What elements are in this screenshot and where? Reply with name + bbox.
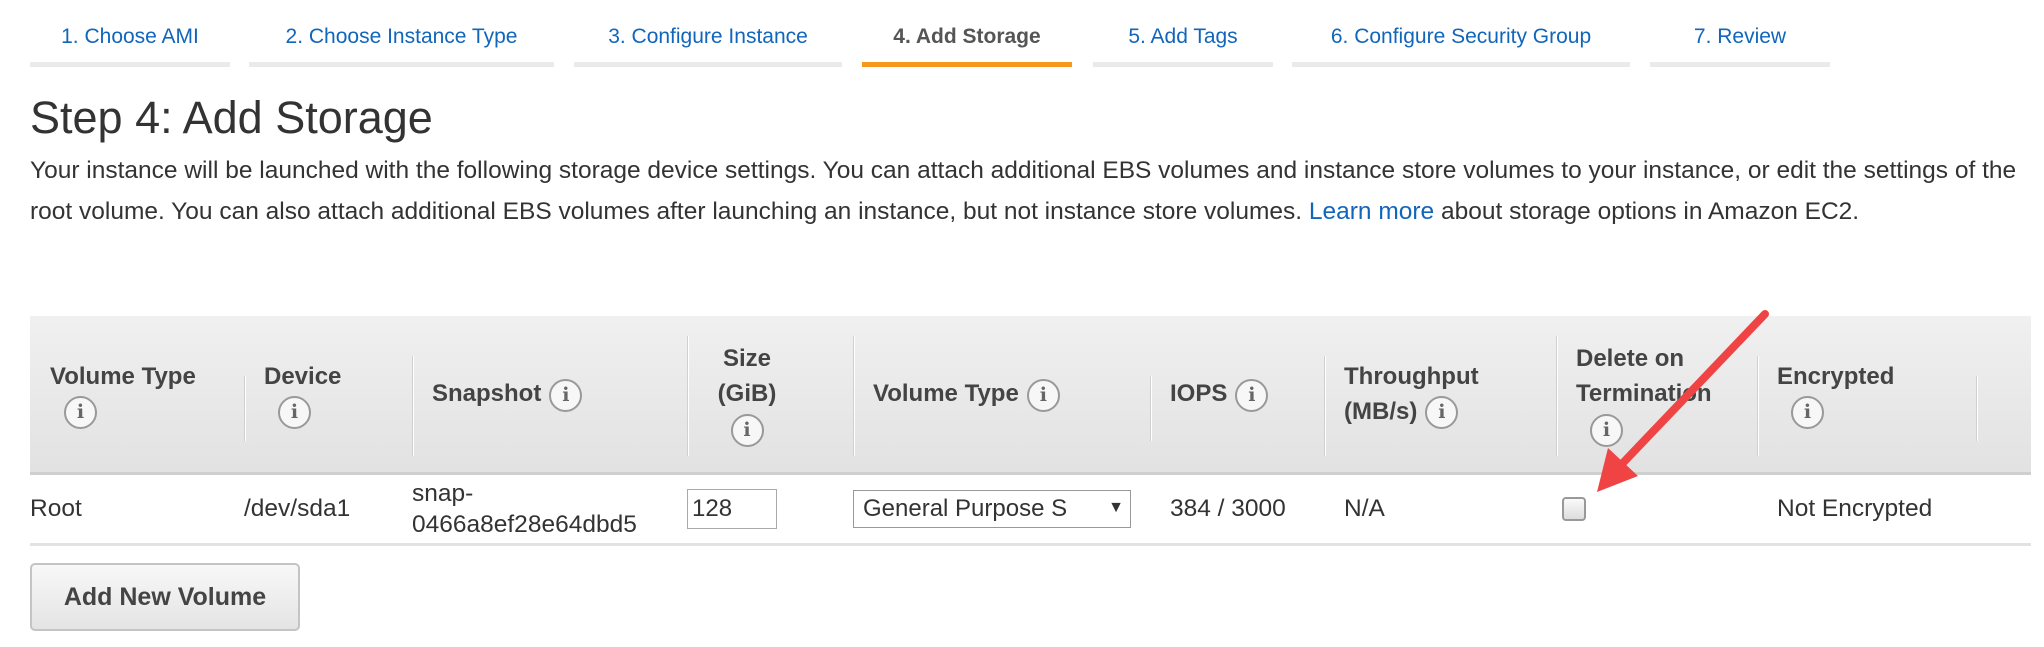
column-divider (1976, 376, 1978, 441)
info-icon[interactable]: i (1590, 413, 1623, 447)
header-size: Size (GiB) i (687, 316, 853, 472)
tab-configure-instance[interactable]: 3. Configure Instance (574, 0, 842, 67)
table-header: Volume Type i Device i Snapshot i Size (GiB… (30, 316, 2031, 475)
info-icon[interactable]: i (278, 396, 311, 430)
tab-add-storage[interactable]: 4. Add Storage (862, 0, 1072, 67)
add-new-volume-button[interactable]: Add New Volume (30, 563, 300, 631)
header-ebs-volume-type: Volume Type i (853, 316, 1150, 472)
column-divider (412, 356, 414, 456)
cell-delete-on-termination (1562, 474, 1586, 543)
tab-choose-instance-type[interactable]: 2. Choose Instance Type (249, 0, 554, 67)
header-iops: IOPS i (1150, 316, 1324, 472)
cell-iops: 384 / 3000 (1170, 494, 1286, 522)
header-delete-on-termination: Delete on Termination i (1556, 316, 1757, 472)
cell-device: /dev/sda1 (244, 494, 351, 522)
header-snapshot: Snapshot i (412, 316, 687, 472)
cell-size (687, 474, 777, 543)
tab-add-tags[interactable]: 5. Add Tags (1093, 0, 1273, 67)
column-divider (1556, 336, 1558, 456)
tab-configure-security-group[interactable]: 6. Configure Security Group (1292, 0, 1630, 67)
cell-encrypted: Not Encrypted (1777, 494, 1933, 522)
cell-ebs-volume-type: General Purpose S ▼ (853, 474, 1131, 543)
tab-choose-ami[interactable]: 1. Choose AMI (30, 0, 230, 67)
dropdown-caret-icon: ▼ (1105, 498, 1124, 517)
description-text-end: about storage options in Amazon EC2. (1434, 198, 1860, 225)
delete-on-termination-checkbox[interactable] (1562, 496, 1586, 521)
header-encrypted: Encrypted i (1757, 316, 1976, 472)
info-icon[interactable]: i (1235, 378, 1269, 412)
volume-type-select[interactable]: General Purpose S ▼ (853, 489, 1131, 528)
page-title: Step 4: Add Storage (30, 92, 433, 143)
column-divider (1150, 376, 1152, 441)
wizard-steps: 1. Choose AMI 2. Choose Instance Type 3.… (0, 0, 2044, 67)
column-divider (1324, 356, 1326, 456)
column-divider (853, 336, 855, 456)
info-icon[interactable]: i (1026, 378, 1060, 412)
description: Your instance will be launched with the … (30, 150, 2025, 232)
header-device: Device i (244, 316, 412, 472)
info-icon[interactable]: i (549, 378, 583, 412)
info-icon[interactable]: i (1791, 396, 1824, 430)
info-icon[interactable]: i (64, 396, 97, 430)
header-throughput: Throughput (MB/s) i (1324, 316, 1556, 472)
table-row: Root /dev/sda1 snap-0466a8ef28e64dbd5 Ge… (30, 474, 2031, 546)
size-input[interactable] (687, 488, 777, 529)
tab-review[interactable]: 7. Review (1650, 0, 1830, 67)
learn-more-link[interactable]: Learn more (1309, 198, 1434, 225)
column-divider (687, 336, 689, 456)
column-divider (244, 376, 246, 441)
cell-volume-type: Root (30, 494, 82, 522)
column-divider (1757, 356, 1759, 456)
cell-snapshot: snap- 0466a8ef28e64dbd5 (412, 479, 637, 538)
cell-throughput: N/A (1344, 494, 1385, 522)
header-volume-type: Volume Type i (30, 316, 244, 472)
info-icon[interactable]: i (1425, 396, 1459, 430)
info-icon[interactable]: i (730, 413, 764, 447)
